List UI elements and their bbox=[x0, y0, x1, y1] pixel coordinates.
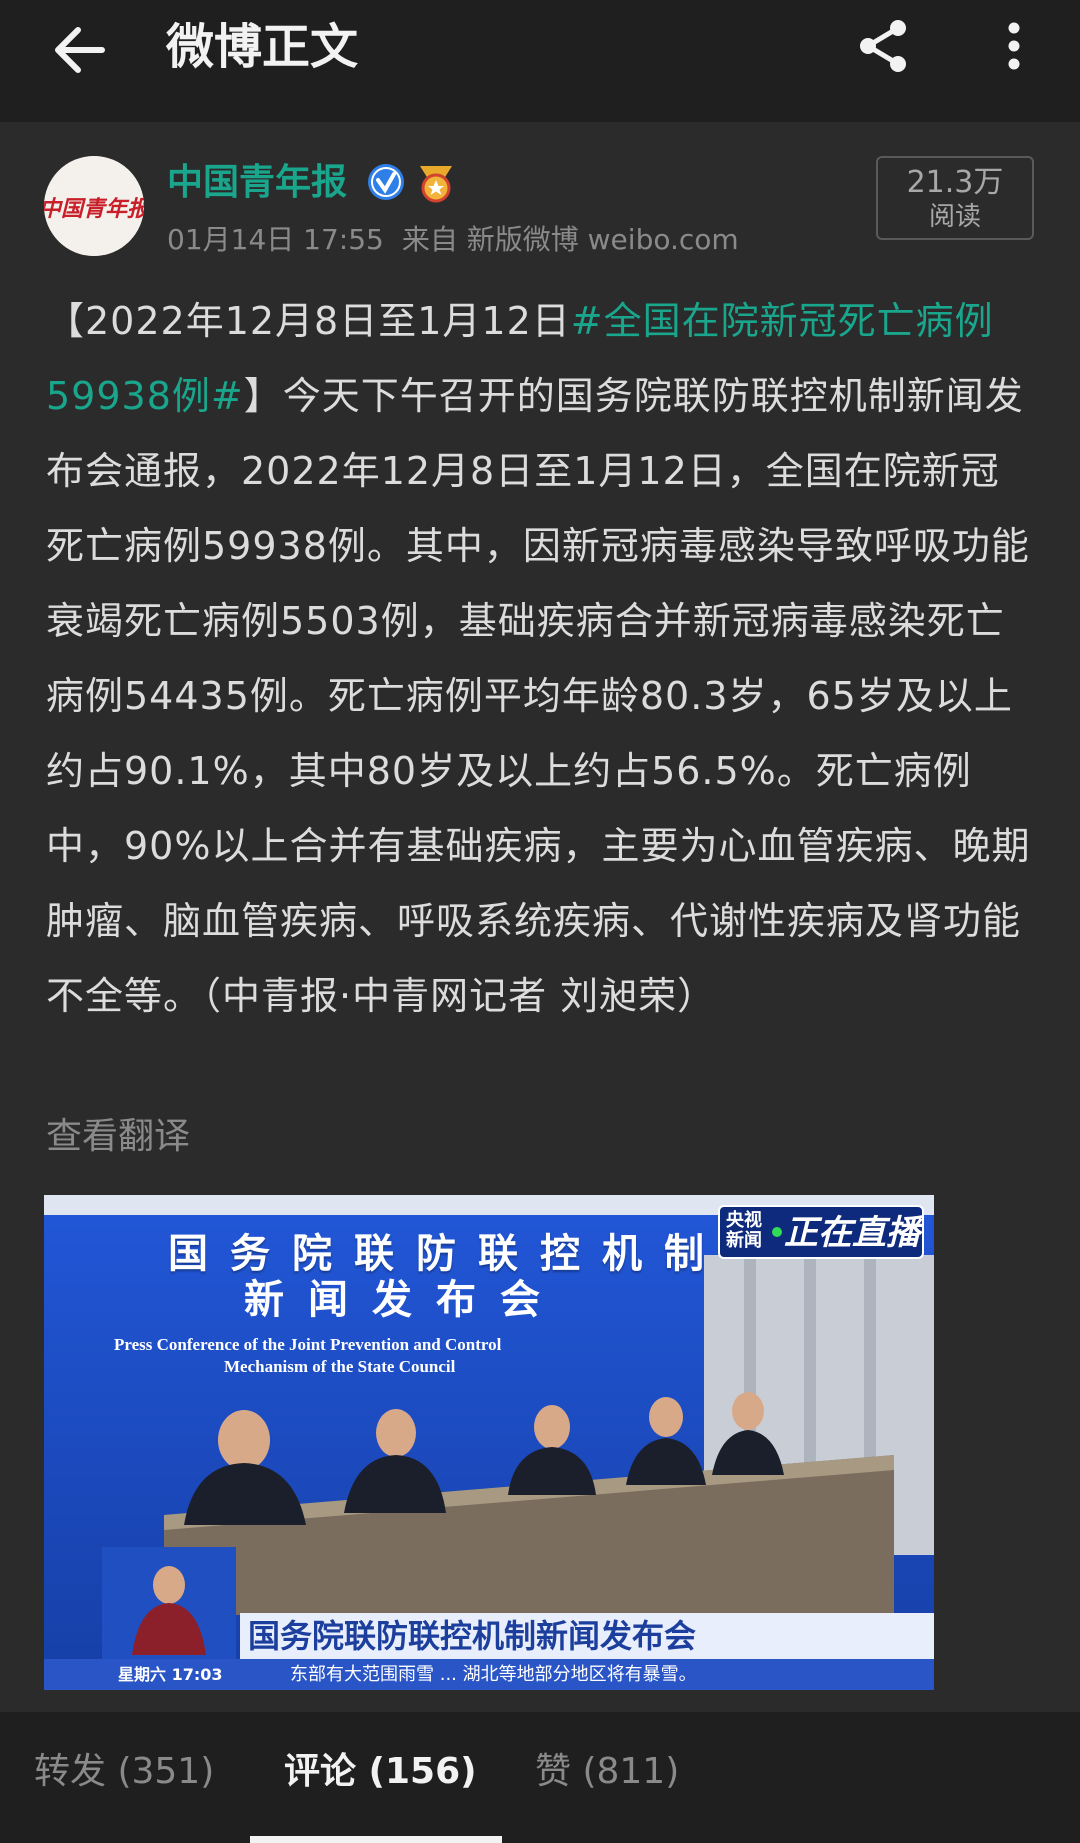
post-image[interactable]: 国务院联防联控机制 新闻发布会 Press Conference of the … bbox=[44, 1195, 934, 1690]
live-dot-icon bbox=[772, 1227, 782, 1237]
share-icon bbox=[860, 20, 906, 72]
image-caption-title: 国务院联防联控机制 bbox=[168, 1231, 726, 1277]
post-source[interactable]: 来自 新版微博 weibo.com bbox=[402, 223, 739, 256]
image-banner-text: 国务院联防联控机制新闻发布会 bbox=[248, 1617, 697, 1655]
post-meta: 01月14日 17:55 来自 新版微博 weibo.com bbox=[167, 220, 757, 260]
live-badge: 央视新闻 正在直播 bbox=[718, 1205, 924, 1259]
back-button[interactable] bbox=[48, 18, 112, 82]
post-body: 【2022年12月8日至1月12日#全国在院新冠死亡病例59938例#】今天下午… bbox=[46, 284, 1036, 1034]
post-text-body: 】今天下午召开的国务院联防联控机制新闻发布会通报，2022年12月8日至1月12… bbox=[46, 374, 1031, 1018]
tab-repost[interactable]: 转发 (351) bbox=[34, 1744, 214, 1800]
read-label: 阅读 bbox=[928, 202, 981, 232]
image-caption-english-1: Press Conference of the Joint Prevention… bbox=[114, 1335, 502, 1354]
read-count-badge: 21.3万 阅读 bbox=[876, 156, 1034, 240]
read-count: 21.3万 bbox=[906, 165, 1004, 200]
post-card: 中国青年报 中国青年报 01月14日 17:55 来自 新版微博 weibo.co… bbox=[0, 122, 1080, 1712]
more-vertical-icon bbox=[1008, 22, 1020, 70]
tab-likes[interactable]: 赞 (811) bbox=[535, 1744, 679, 1800]
medal-icon bbox=[414, 160, 458, 204]
share-button[interactable] bbox=[852, 14, 916, 78]
svg-text:中国青年报: 中国青年报 bbox=[44, 196, 144, 222]
live-badge-text: 正在直播 bbox=[784, 1213, 920, 1253]
image-caption-english-2: Mechanism of the State Council bbox=[224, 1357, 456, 1376]
image-day-time: 星期六 17:03 bbox=[118, 1665, 223, 1684]
post-date: 01月14日 17:55 bbox=[167, 223, 384, 256]
more-button[interactable] bbox=[990, 14, 1038, 78]
tab-comments[interactable]: 评论 (156) bbox=[284, 1744, 477, 1800]
translate-link[interactable]: 查看翻译 bbox=[46, 1107, 190, 1167]
bottom-tab-bar: 转发 (351) 评论 (156) 赞 (811) bbox=[0, 1712, 1080, 1843]
image-caption-subtitle: 新闻发布会 bbox=[244, 1277, 564, 1323]
verified-icon bbox=[366, 162, 406, 202]
post-text-prefix: 【2022年12月8日至1月12日 bbox=[46, 299, 571, 343]
avatar[interactable]: 中国青年报 bbox=[44, 156, 144, 256]
image-ticker-text: 东部有大范围雨雪 ... 湖北等地部分地区将有暴雪。 bbox=[290, 1664, 697, 1685]
active-tab-indicator bbox=[250, 1836, 502, 1843]
page-title: 微博正文 bbox=[166, 19, 359, 75]
avatar-logo-image: 中国青年报 bbox=[44, 156, 144, 256]
author-name[interactable]: 中国青年报 bbox=[167, 160, 347, 206]
live-badge-source: 央视新闻 bbox=[726, 1210, 762, 1251]
top-bar: 微博正文 bbox=[0, 0, 1080, 122]
arrow-left-icon bbox=[55, 27, 105, 73]
